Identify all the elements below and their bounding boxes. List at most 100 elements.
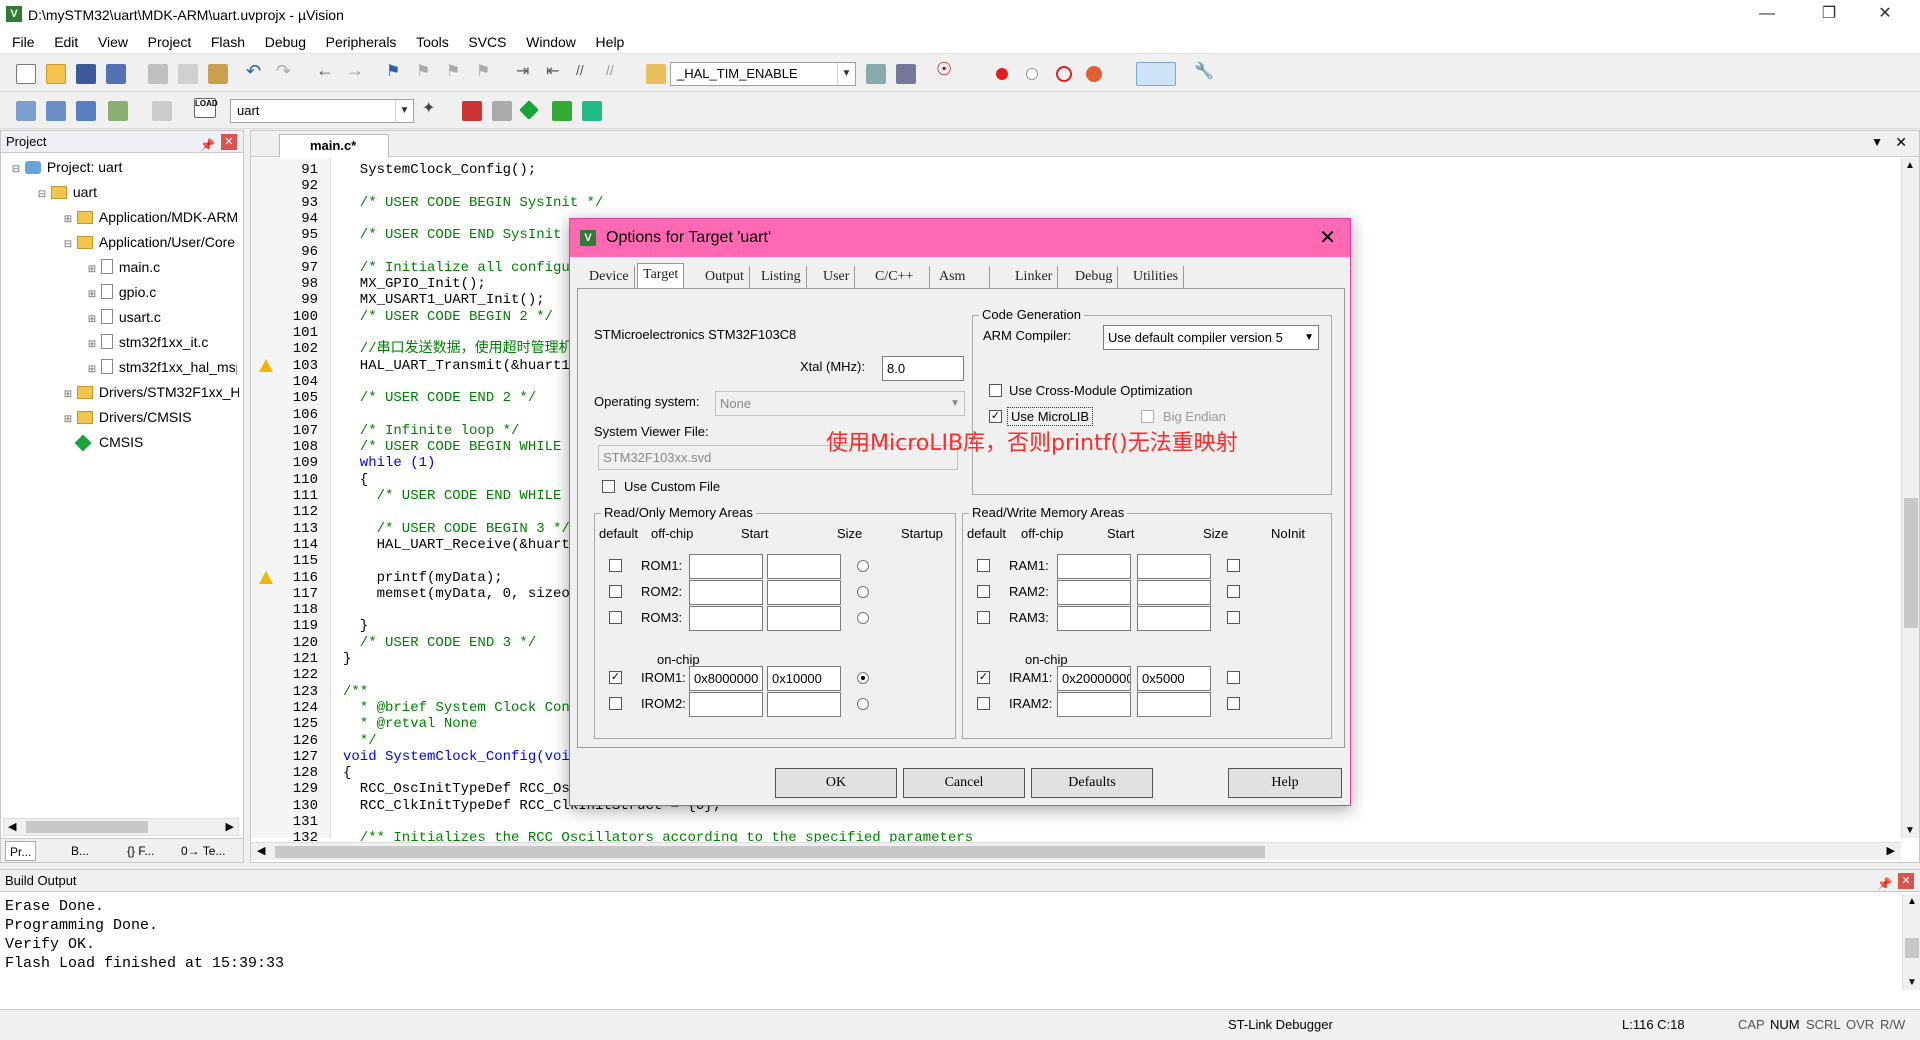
close-tab-icon[interactable]: ✕	[1895, 134, 1907, 151]
stop-build-icon[interactable]	[152, 101, 172, 121]
rw-default-checkbox[interactable]	[977, 697, 990, 710]
scroll-down-icon[interactable]: ▼	[1907, 977, 1917, 988]
help-button[interactable]: Help	[1228, 768, 1342, 798]
ro-size-input[interactable]: 0x10000	[767, 666, 841, 691]
manage-project-icon[interactable]	[462, 101, 482, 121]
close-panel-icon[interactable]: ✕	[1898, 873, 1914, 889]
tree-group-core[interactable]: ⊟ Application/User/Core	[63, 231, 235, 253]
defaults-button[interactable]: Defaults	[1031, 768, 1153, 798]
ro-start-input[interactable]	[689, 692, 763, 717]
tab-utilities[interactable]: Utilities	[1128, 266, 1185, 288]
pin-icon[interactable]: 📌	[1877, 873, 1892, 895]
tree-file-usart[interactable]: ⊞ usart.c	[87, 306, 161, 328]
compiler-select[interactable]: Use default compiler version 5 ▼	[1103, 325, 1319, 350]
custom-file-checkbox[interactable]	[602, 480, 615, 493]
rw-start-input[interactable]	[1057, 606, 1131, 631]
ro-default-checkbox[interactable]: ✓	[609, 671, 622, 684]
microlib-checkbox[interactable]: ✓	[989, 410, 1002, 423]
build-icon[interactable]	[46, 101, 66, 121]
menu-edit[interactable]: Edit	[46, 30, 86, 54]
rw-size-input[interactable]: 0x5000	[1137, 666, 1211, 691]
rw-default-checkbox[interactable]: ✓	[977, 671, 990, 684]
menu-file[interactable]: File	[4, 30, 43, 54]
menu-debug[interactable]: Debug	[257, 30, 314, 54]
tree-file-msp[interactable]: ⊞ stm32f1xx_hal_msp.c	[87, 356, 237, 378]
tab-debug[interactable]: Debug	[1070, 266, 1119, 288]
menu-project[interactable]: Project	[140, 30, 200, 54]
ro-size-input[interactable]	[767, 580, 841, 605]
rw-noinit-checkbox[interactable]	[1227, 611, 1240, 624]
define-combo[interactable]: _HAL_TIM_ENABLE ▼	[670, 62, 856, 86]
tab-target[interactable]: Target	[637, 263, 685, 289]
target-options-icon[interactable]: ✦	[422, 98, 442, 118]
ro-default-checkbox[interactable]	[609, 611, 622, 624]
scroll-thumb[interactable]	[275, 846, 1265, 858]
comment-icon[interactable]: //	[576, 62, 596, 82]
tab-templates[interactable]: 0→ Te...	[177, 841, 229, 861]
close-panel-icon[interactable]: ✕	[221, 134, 237, 150]
ro-start-input[interactable]: 0x8000000	[689, 666, 763, 691]
disable-breakpoint-icon[interactable]	[1026, 68, 1038, 80]
clear-bookmarks-icon[interactable]: ⚑	[476, 61, 496, 81]
rw-default-checkbox[interactable]	[977, 611, 990, 624]
rw-size-input[interactable]	[1137, 580, 1211, 605]
nav-forward-icon[interactable]: →	[346, 60, 366, 80]
tab-cpp[interactable]: C/C++	[870, 266, 930, 288]
unindent-icon[interactable]: ⇤	[546, 61, 566, 81]
load-button[interactable]: LOAD	[194, 98, 218, 118]
menu-flash[interactable]: Flash	[203, 30, 253, 54]
scroll-thumb[interactable]	[1904, 498, 1918, 628]
paste-icon[interactable]	[208, 64, 228, 84]
editor-hscrollbar[interactable]: ◀ ▶	[251, 842, 1901, 860]
ro-startup-radio[interactable]	[857, 672, 869, 684]
scroll-thumb[interactable]	[26, 821, 148, 833]
redo-icon[interactable]: ↷	[276, 61, 296, 81]
pin-icon[interactable]: 📌	[200, 134, 215, 156]
collapse-icon[interactable]: ⊟	[63, 234, 73, 256]
tab-listing[interactable]: Listing	[756, 266, 807, 288]
tree-group-hal[interactable]: ⊞ Drivers/STM32F1xx_HAL_Driver	[63, 381, 239, 403]
tab-functions[interactable]: {} F...	[123, 841, 158, 861]
ro-size-input[interactable]	[767, 606, 841, 631]
scroll-left-icon[interactable]: ◀	[8, 820, 16, 833]
ro-startup-radio[interactable]	[857, 586, 869, 598]
ro-default-checkbox[interactable]	[609, 559, 622, 572]
editor-vscrollbar[interactable]: ▲ ▼	[1901, 158, 1919, 838]
next-bookmark-icon[interactable]: ⚑	[446, 61, 466, 81]
tree-file-main[interactable]: ⊞ main.c	[87, 256, 160, 278]
rw-noinit-checkbox[interactable]	[1227, 671, 1240, 684]
project-hscrollbar[interactable]: ◀ ▶	[3, 818, 239, 836]
rebuild-icon[interactable]	[76, 101, 96, 121]
ro-start-input[interactable]	[689, 606, 763, 631]
warning-icon[interactable]	[259, 358, 273, 372]
open-folder-icon[interactable]	[46, 64, 66, 84]
rw-noinit-checkbox[interactable]	[1227, 697, 1240, 710]
translate-icon[interactable]	[16, 101, 36, 121]
tab-list-icon[interactable]: ▼	[1871, 135, 1883, 149]
scroll-down-icon[interactable]: ▼	[1905, 825, 1915, 836]
select-packs-icon[interactable]	[552, 101, 572, 121]
ro-start-input[interactable]	[689, 554, 763, 579]
ro-startup-radio[interactable]	[857, 560, 869, 572]
tree-cmsis-component[interactable]: CMSIS	[74, 431, 143, 453]
tab-user[interactable]: User	[818, 266, 856, 288]
big-endian-checkbox[interactable]	[1141, 410, 1154, 423]
ro-size-input[interactable]	[767, 554, 841, 579]
save-icon[interactable]	[76, 64, 96, 84]
rw-noinit-checkbox[interactable]	[1227, 585, 1240, 598]
os-select[interactable]: None ▼	[715, 391, 965, 416]
tree-group-mdk[interactable]: ⊞ Application/MDK-ARM	[63, 206, 238, 228]
scroll-right-icon[interactable]: ▶	[226, 820, 234, 833]
ok-button[interactable]: OK	[775, 768, 897, 798]
minimize-button[interactable]: —	[1744, 0, 1790, 30]
scroll-left-icon[interactable]: ◀	[257, 844, 265, 857]
tab-project[interactable]: Pr...	[5, 841, 37, 861]
rw-size-input[interactable]	[1137, 606, 1211, 631]
undo-icon[interactable]: ↶	[246, 61, 266, 81]
find-in-files-icon[interactable]	[646, 64, 666, 84]
uncomment-icon[interactable]: //	[606, 62, 626, 82]
rw-default-checkbox[interactable]	[977, 559, 990, 572]
ro-start-input[interactable]	[689, 580, 763, 605]
expand-icon[interactable]: ⊞	[87, 334, 97, 356]
nav-back-icon[interactable]: ←	[316, 60, 336, 80]
